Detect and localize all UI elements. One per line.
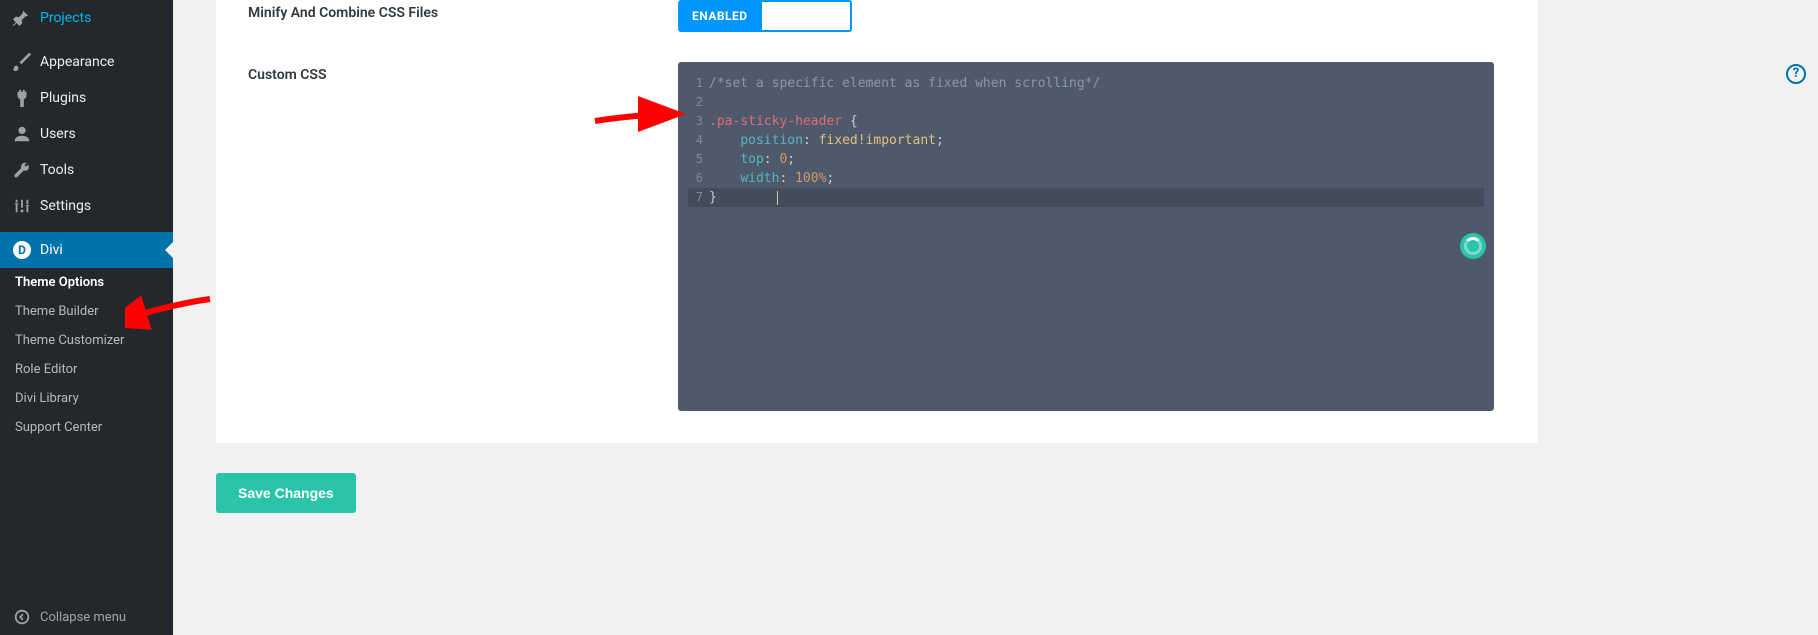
collapse-menu[interactable]: Collapse menu: [0, 599, 173, 635]
sidebar-label: Appearance: [40, 54, 114, 70]
option-custom-css: Custom CSS 1/*set a specific element as …: [248, 62, 1506, 411]
brush-icon: [12, 52, 32, 72]
text-cursor: [777, 191, 778, 205]
option-label: Custom CSS: [248, 62, 678, 83]
sidebar-item-settings[interactable]: Settings: [0, 188, 173, 224]
submenu-role-editor[interactable]: Role Editor: [0, 355, 173, 384]
pin-icon: [12, 8, 32, 28]
divi-icon: D: [12, 240, 32, 260]
sidebar-item-plugins[interactable]: Plugins: [0, 80, 173, 116]
collapse-icon: [12, 607, 32, 627]
submenu-theme-customizer[interactable]: Theme Customizer: [0, 326, 173, 355]
custom-css-editor[interactable]: 1/*set a specific element as fixed when …: [678, 62, 1494, 411]
sliders-icon: [12, 196, 32, 216]
sidebar-label: Projects: [40, 10, 91, 26]
user-icon: [12, 124, 32, 144]
help-icon[interactable]: ?: [1786, 64, 1806, 84]
submenu-support-center[interactable]: Support Center: [0, 413, 173, 442]
toggle-handle: [762, 0, 852, 32]
option-minify-css: Minify And Combine CSS Files ENABLED: [248, 0, 1506, 62]
collapse-label: Collapse menu: [40, 610, 126, 625]
sidebar-label: Divi: [40, 242, 63, 258]
wrench-icon: [12, 160, 32, 180]
submenu-theme-builder[interactable]: Theme Builder: [0, 297, 173, 326]
loading-spinner-icon: [1464, 237, 1482, 255]
sidebar-label: Users: [40, 126, 76, 142]
sidebar-item-projects[interactable]: Projects: [0, 0, 173, 36]
sidebar-item-users[interactable]: Users: [0, 116, 173, 152]
sidebar-item-divi[interactable]: D Divi: [0, 232, 173, 268]
sidebar-label: Tools: [40, 162, 74, 178]
main-content: Minify And Combine CSS Files ENABLED Cus…: [173, 0, 1818, 635]
save-changes-button[interactable]: Save Changes: [216, 473, 356, 513]
minify-css-toggle[interactable]: ENABLED: [678, 0, 852, 32]
theme-options-panel: Minify And Combine CSS Files ENABLED Cus…: [216, 0, 1538, 443]
submenu-theme-options[interactable]: Theme Options: [0, 268, 173, 297]
plug-icon: [12, 88, 32, 108]
option-label: Minify And Combine CSS Files: [248, 0, 678, 21]
sidebar-label: Settings: [40, 198, 91, 214]
toggle-state-label: ENABLED: [678, 0, 762, 32]
submenu-divi-library[interactable]: Divi Library: [0, 384, 173, 413]
sidebar-label: Plugins: [40, 90, 86, 106]
code-line-1: /*set a specific element as fixed when s…: [709, 74, 1100, 93]
sidebar-item-appearance[interactable]: Appearance: [0, 44, 173, 80]
sidebar-item-tools[interactable]: Tools: [0, 152, 173, 188]
admin-sidebar: Projects Appearance Plugins Users Tools …: [0, 0, 173, 635]
